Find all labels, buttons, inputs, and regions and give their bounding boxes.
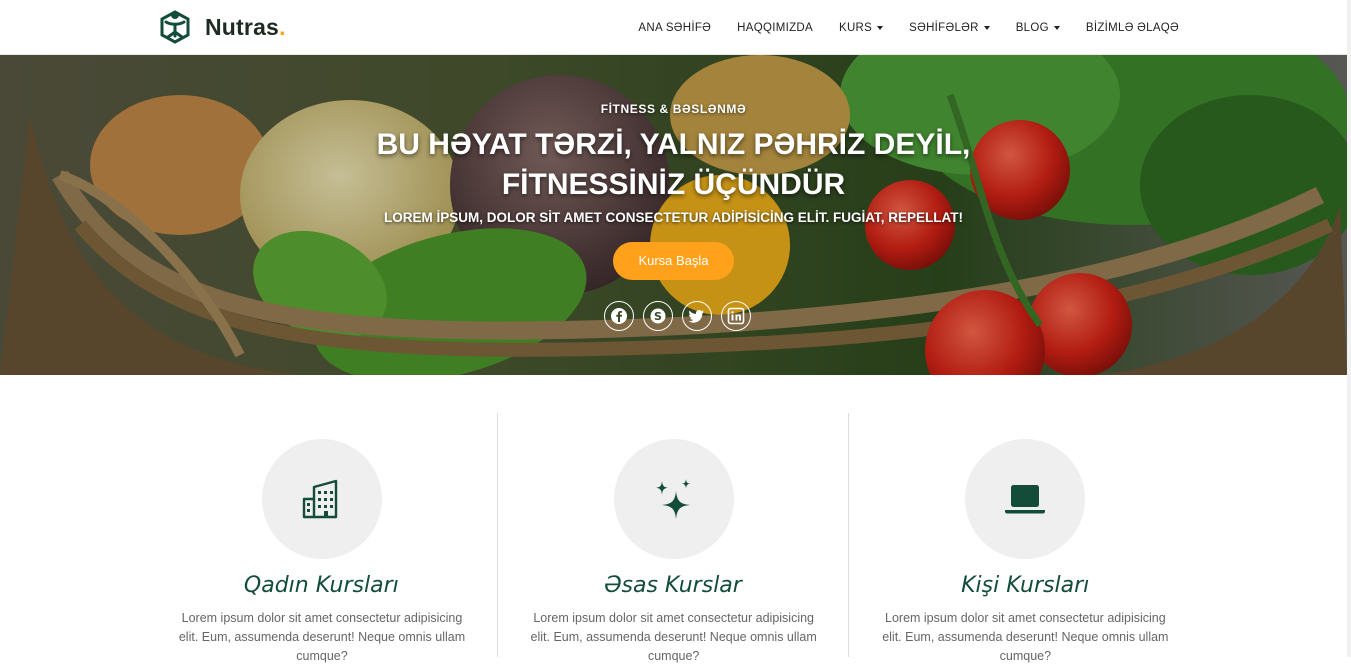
skype-link[interactable]: S xyxy=(643,301,673,331)
nav-item-about[interactable]: HAQQIMIZDA xyxy=(737,22,813,34)
linkedin-link[interactable] xyxy=(721,301,751,331)
brand-name: Nutras xyxy=(205,13,280,40)
features-section: Qadın Kursları Lorem ipsum dolor sit ame… xyxy=(146,413,1201,663)
feature-title: Kişi Kursları xyxy=(961,573,1090,598)
skype-icon: S xyxy=(650,308,666,324)
page-scrollbar[interactable] xyxy=(1347,0,1351,657)
feature-icon-circle xyxy=(613,439,734,559)
feature-text: Lorem ipsum dolor sit amet consectetur a… xyxy=(530,611,817,663)
hero-title-line1: BU HƏYAT TƏRZİ, YALNIZ PƏHRİZ DEYİL, xyxy=(376,128,971,161)
hero-title: BU HƏYAT TƏRZİ, YALNIZ PƏHRİZ DEYİL, FİT… xyxy=(0,125,1347,205)
feature-card-men: Kişi Kursları Lorem ipsum dolor sit amet… xyxy=(849,413,1201,663)
nav-item-label: BİZİMLƏ ƏLAQƏ xyxy=(1085,21,1179,34)
buildings-icon xyxy=(302,479,338,519)
brand-dot: . xyxy=(279,13,286,40)
feature-icon-circle xyxy=(262,439,382,559)
facebook-icon xyxy=(611,308,627,324)
start-course-button[interactable]: Kursa Başla xyxy=(613,242,734,280)
nav-item-course[interactable]: KURS xyxy=(838,21,884,34)
hero-eyebrow: FİTNESS & BƏSLƏNMƏ xyxy=(600,102,747,116)
hero-content: FİTNESS & BƏSLƏNMƏ BU HƏYAT TƏRZİ, YALNI… xyxy=(0,55,1347,375)
caret-down-icon xyxy=(1053,25,1060,30)
nav-item-label: SƏHİFƏLƏR xyxy=(909,21,979,34)
twitter-link[interactable] xyxy=(682,301,712,331)
nav-item-blog[interactable]: BLOG xyxy=(1016,22,1060,34)
nav-item-label: HAQQIMIZDA xyxy=(737,21,813,34)
navbar: Nutras. ANA SƏHİFƏ HAQQIMIZDA KURS SƏHİF… xyxy=(0,0,1351,55)
caret-down-icon xyxy=(983,25,990,30)
feature-icon-circle xyxy=(965,439,1086,559)
feature-card-women: Qadın Kursları Lorem ipsum dolor sit ame… xyxy=(146,413,498,663)
feature-text: Lorem ipsum dolor sit amet consectetur a… xyxy=(882,611,1169,663)
sparkles-icon xyxy=(655,479,691,519)
facebook-link[interactable] xyxy=(604,301,634,331)
nav-item-label: BLOG xyxy=(1015,21,1049,34)
brand[interactable]: Nutras. xyxy=(154,6,285,48)
main-nav: ANA SƏHİFƏ HAQQIMIZDA KURS SƏHİFƏLƏR BLO… xyxy=(612,0,1179,55)
brand-logo-icon xyxy=(160,10,190,44)
caret-down-icon xyxy=(877,25,884,30)
hero-subtitle: LOREM İPSUM, DOLOR SİT AMET CONSECTETUR … xyxy=(383,210,963,225)
nav-item-label: ANA SƏHİFƏ xyxy=(638,21,712,34)
hero-title-line2: FİTNESSİNİZ ÜÇÜNDÜR xyxy=(501,168,846,201)
nav-item-contact[interactable]: BİZİMLƏ ƏLAQƏ xyxy=(1086,22,1179,34)
feature-title: Əsas Kurslar xyxy=(604,573,742,598)
svg-text:S: S xyxy=(654,310,662,323)
linkedin-icon xyxy=(727,307,745,325)
feature-text: Lorem ipsum dolor sit amet consectetur a… xyxy=(178,611,466,663)
social-links: S xyxy=(604,301,760,331)
feature-card-main: Əsas Kurslar Lorem ipsum dolor sit amet … xyxy=(498,413,850,663)
nav-item-home[interactable]: ANA SƏHİFƏ xyxy=(638,22,711,34)
twitter-icon xyxy=(688,310,704,323)
hero-banner: FİTNESS & BƏSLƏNMƏ BU HƏYAT TƏRZİ, YALNI… xyxy=(0,55,1347,375)
feature-title: Qadın Kursları xyxy=(243,573,399,598)
laptop-icon xyxy=(1005,485,1046,514)
nav-item-pages[interactable]: SƏHİFƏLƏR xyxy=(909,22,990,34)
nav-item-label: KURS xyxy=(838,21,873,34)
